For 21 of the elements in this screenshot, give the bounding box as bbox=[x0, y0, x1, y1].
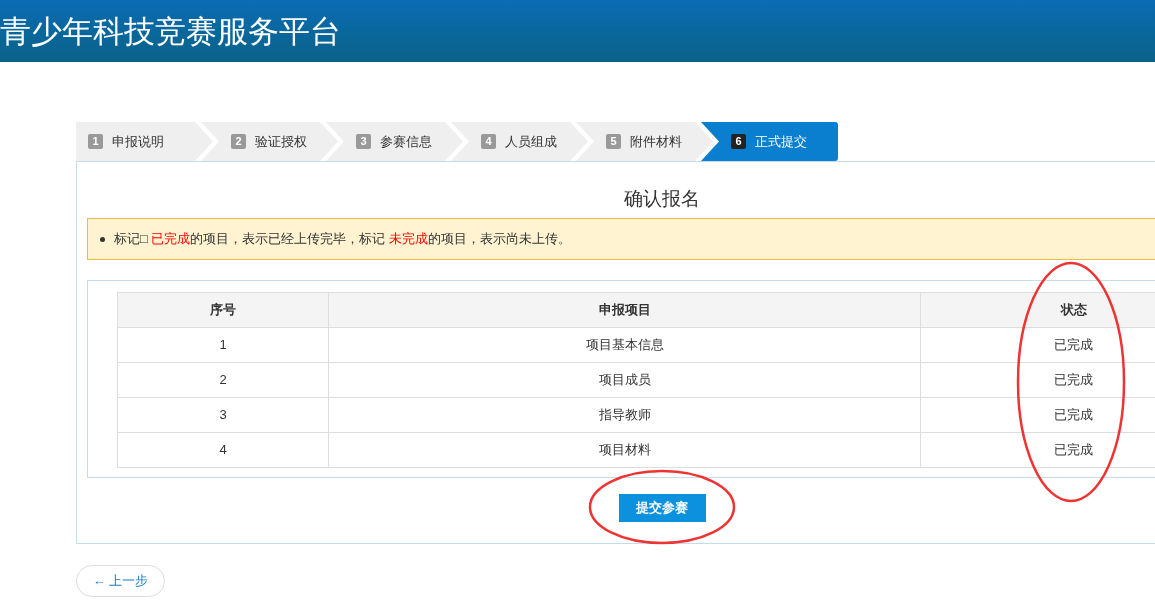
table-cell: 1 bbox=[117, 327, 329, 363]
table-cell: 2 bbox=[117, 362, 329, 398]
table-cell: 4 bbox=[117, 432, 329, 468]
site-title: 青少年科技竞赛服务平台 bbox=[0, 15, 341, 47]
step-tab[interactable]: 6 正式提交 bbox=[701, 122, 838, 161]
table-cell: 指导教师 bbox=[328, 397, 921, 433]
step-tab[interactable]: 4 人员组成 bbox=[451, 122, 588, 161]
table-cell: 项目材料 bbox=[328, 432, 921, 468]
column-header: 状态 bbox=[920, 292, 1155, 328]
table-cell: 项目成员 bbox=[328, 362, 921, 398]
notice-text: 标记□ 已完成的项目，表示已经上传完毕，标记 未完成的项目，表示尚未上传。 bbox=[114, 230, 572, 249]
panel-title: 确认报名 bbox=[623, 187, 701, 211]
column-header: 序号 bbox=[117, 292, 329, 328]
step-tab[interactable]: 2 验证授权 bbox=[201, 122, 338, 161]
step-tab[interactable]: 3 参赛信息 bbox=[326, 122, 463, 161]
column-header: 申报项目 bbox=[328, 292, 921, 328]
table-cell: 3 bbox=[117, 397, 329, 433]
step-tab[interactable]: 5 附件材料 bbox=[576, 122, 713, 161]
step-tab[interactable]: 1 申报说明 bbox=[76, 122, 213, 161]
table-cell: 项目基本信息 bbox=[328, 327, 921, 363]
bullet-icon bbox=[100, 236, 105, 242]
